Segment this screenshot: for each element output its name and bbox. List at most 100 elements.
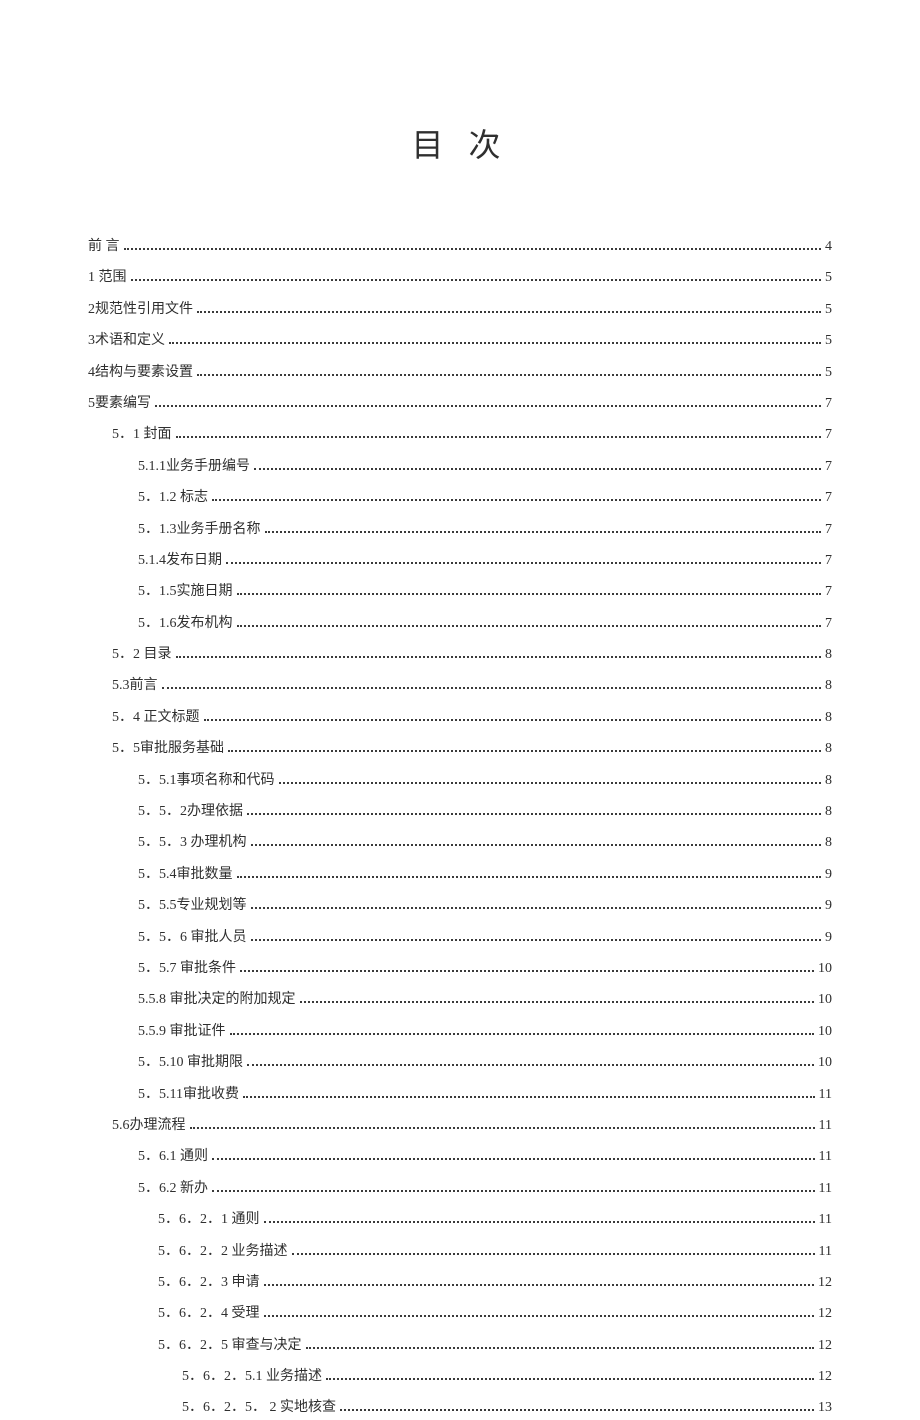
toc-page-number: 8 [825,770,832,792]
toc-label: 5．6．2．5.1 业务描述 [182,1366,322,1388]
toc-leader [251,907,822,909]
toc-label: 2规范性引用文件 [88,299,193,321]
toc-row[interactable]: 5．6．2．5． 2 实地核查13 [88,1397,832,1419]
toc-leader [240,970,814,972]
toc-leader [131,279,822,281]
toc-page-number: 11 [819,1084,832,1106]
toc-page-number: 12 [818,1303,832,1325]
toc-row[interactable]: 5.1.1业务手册编号7 [88,456,832,478]
toc-row[interactable]: 5．6．2．1 通则11 [88,1209,832,1231]
toc-page-number: 5 [825,267,832,289]
toc-row[interactable]: 5要素编写7 [88,393,832,415]
toc-row[interactable]: 5．6.2 新办11 [88,1178,832,1200]
toc-row[interactable]: 5．6．2．5 审查与决定12 [88,1335,832,1357]
toc-row[interactable]: 5．1 封面7 [88,424,832,446]
toc-label: 5．2 目录 [112,644,172,666]
toc-leader [212,1158,815,1160]
toc-page-number: 7 [825,393,832,415]
toc-leader [212,1190,815,1192]
toc-label: 5.5.8 审批决定的附加规定 [138,989,296,1011]
toc-label: 5．6．2．4 受理 [158,1303,260,1325]
toc-leader [176,436,822,438]
toc-row[interactable]: 5．5.10 审批期限10 [88,1052,832,1074]
toc-label: 5．6．2．3 申请 [158,1272,260,1294]
toc-label: 5．5.5专业规划等 [138,895,247,917]
toc-leader [176,656,822,658]
toc-row[interactable]: 5．4 正文标题8 [88,707,832,729]
toc-row[interactable]: 5．6．2．5.1 业务描述 12 [88,1366,832,1388]
toc-label: 5．6.1 通则 [138,1146,208,1168]
toc-page-number: 12 [818,1335,832,1357]
toc-page-number: 12 [818,1272,832,1294]
toc-leader [212,499,821,501]
toc-label: 5．5．6 审批人员 [138,927,247,949]
toc-page-number: 9 [825,864,832,886]
toc-label: 5．5.4审批数量 [138,864,233,886]
toc-page-number: 9 [825,927,832,949]
toc-row[interactable]: 1 范围 5 [88,267,832,289]
toc-page-number: 11 [819,1241,832,1263]
toc-row[interactable]: 4结构与要素设置5 [88,362,832,384]
toc-row[interactable]: 5．1.3业务手册名称7 [88,519,832,541]
toc-leader [237,625,822,627]
toc-row[interactable]: 5．6．2．4 受理 12 [88,1303,832,1325]
toc-row[interactable]: 5.6办理流程11 [88,1115,832,1137]
toc-page-number: 10 [818,1021,832,1043]
toc-row[interactable]: 5．5.1事项名称和代码 8 [88,770,832,792]
toc-row[interactable]: 5．6．2．3 申请 12 [88,1272,832,1294]
toc-leader [254,468,821,470]
toc-row[interactable]: 5．5．3 办理机构8 [88,832,832,854]
toc-label: 5．6．2．1 通则 [158,1209,260,1231]
toc-leader [279,782,822,784]
toc-label: 前 言 [88,236,120,258]
toc-leader [251,939,822,941]
toc-row[interactable]: 5．5.11审批收费11 [88,1084,832,1106]
toc-page-number: 11 [819,1178,832,1200]
toc-row[interactable]: 前 言 4 [88,236,832,258]
toc-label: 5．5审批服务基础 [112,738,224,760]
toc-page-number: 10 [818,989,832,1011]
toc-leader [155,405,821,407]
toc-leader [228,750,821,752]
toc-page-number: 8 [825,832,832,854]
toc-leader [237,876,822,878]
toc-row[interactable]: 5．6．2．2 业务描述11 [88,1241,832,1263]
toc-label: 5．1.2 标志 [138,487,208,509]
toc-row[interactable]: 5．5.4审批数量 9 [88,864,832,886]
toc-row[interactable]: 5．5．6 审批人员 9 [88,927,832,949]
toc-page-number: 12 [818,1366,832,1388]
toc-label: 5．5．2办理依据 [138,801,243,823]
toc-label: 1 范围 [88,267,127,289]
toc-row[interactable]: 5.3前言8 [88,675,832,697]
toc-row[interactable]: 5．5.5专业规划等9 [88,895,832,917]
toc-row[interactable]: 5．2 目录 8 [88,644,832,666]
toc-label: 5．1.3业务手册名称 [138,519,261,541]
toc-page-number: 8 [825,675,832,697]
toc-leader [292,1253,815,1255]
toc-row[interactable]: 5．5.7 审批条件10 [88,958,832,980]
toc-label: 5．5.1事项名称和代码 [138,770,275,792]
toc-page-number: 4 [825,236,832,258]
toc-row[interactable]: 5．1.6发布机构7 [88,613,832,635]
toc-label: 5.1.4发布日期 [138,550,222,572]
toc-page-number: 10 [818,958,832,980]
toc-row[interactable]: 5．1.2 标志7 [88,487,832,509]
toc-leader [340,1409,814,1411]
toc-page-number: 5 [825,362,832,384]
toc-row[interactable]: 5．1.5实施日期7 [88,581,832,603]
toc-page-number: 7 [825,613,832,635]
toc-row[interactable]: 2规范性引用文件5 [88,299,832,321]
toc-row[interactable]: 5.1.4发布日期7 [88,550,832,572]
toc-row[interactable]: 5.5.8 审批决定的附加规定 10 [88,989,832,1011]
toc-page-number: 7 [825,581,832,603]
toc-page-number: 11 [819,1146,832,1168]
toc-row[interactable]: 5.5.9 审批证件10 [88,1021,832,1043]
toc-row[interactable]: 5．6.1 通则 11 [88,1146,832,1168]
toc-row[interactable]: 5．5审批服务基础8 [88,738,832,760]
toc-label: 5．6．2．5． 2 实地核查 [182,1397,336,1419]
toc-row[interactable]: 3术语和定义5 [88,330,832,352]
page-title: 目 次 [88,120,832,166]
toc-row[interactable]: 5．5．2办理依据8 [88,801,832,823]
toc-leader [247,813,821,815]
toc-page-number: 8 [825,644,832,666]
